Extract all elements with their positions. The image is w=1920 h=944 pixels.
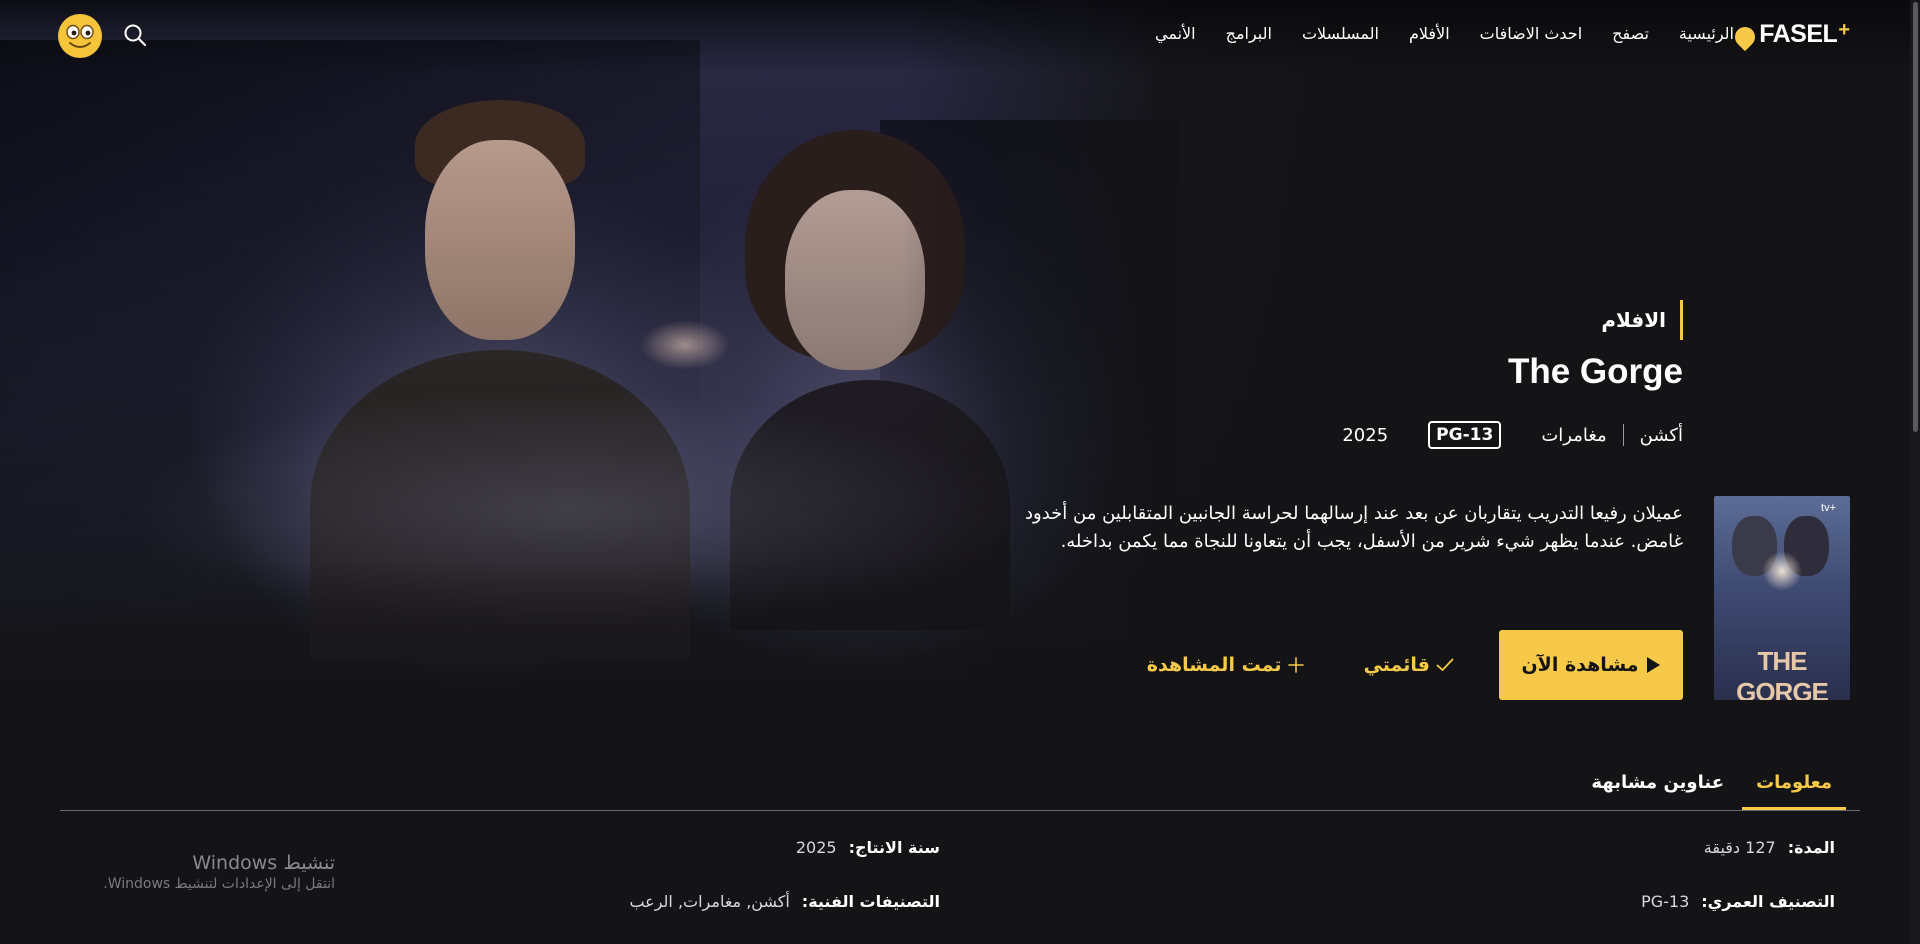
- detail-age-rating: التصنيف العمري: PG-13: [1641, 892, 1835, 911]
- page-scrollbar[interactable]: [1910, 0, 1920, 944]
- nav-home[interactable]: الرئيسية: [1679, 24, 1734, 43]
- watch-now-label: مشاهدة الآن: [1521, 654, 1639, 676]
- detail-genres: التصنيفات الفنية: أكشن, مغامرات, الرعب: [629, 892, 940, 911]
- movie-title: The Gorge: [1507, 352, 1683, 391]
- nav-movies[interactable]: الأفلام: [1409, 24, 1450, 43]
- poster-brand: tv+: [1821, 502, 1836, 514]
- tab-similar-titles[interactable]: عناوين مشابهة: [1577, 765, 1738, 810]
- my-list-button[interactable]: قائمتي: [1364, 654, 1454, 676]
- genre-separator: [1622, 424, 1624, 446]
- nav-series[interactable]: المسلسلات: [1302, 24, 1379, 43]
- play-icon: [1646, 657, 1660, 673]
- mark-watched-button[interactable]: تمت المشاهدة: [1147, 654, 1304, 676]
- watermark-title: تنشيط Windows: [192, 852, 335, 874]
- search-icon[interactable]: [122, 22, 148, 48]
- detail-production-year: سنة الانتاج: 2025: [796, 838, 940, 857]
- nav-menu: الرئيسية تصفح احدث الاضافات الأفلام المس…: [1155, 24, 1734, 43]
- movie-category: الافلام: [1601, 300, 1683, 340]
- nav-browse[interactable]: تصفح: [1612, 24, 1649, 43]
- detail-duration: المدة: 127 دقيقة: [1704, 838, 1835, 857]
- movie-meta: أكشن مغامرات PG-13 2025: [963, 420, 1683, 450]
- age-rating-value: PG-13: [1641, 892, 1690, 911]
- check-icon: [1436, 658, 1454, 671]
- mark-watched-label: تمت المشاهدة: [1146, 654, 1282, 676]
- poster-title: THE GORGE: [1736, 646, 1829, 700]
- duration-value: 127 دقيقة: [1703, 838, 1776, 857]
- tab-info[interactable]: معلومات: [1742, 765, 1846, 810]
- age-rating-label: التصنيف العمري:: [1701, 892, 1835, 911]
- duration-label: المدة:: [1787, 838, 1835, 857]
- production-year-value: 2025: [795, 838, 837, 857]
- info-tabs: معلومات عناوين مشابهة: [60, 765, 1860, 811]
- genres-value[interactable]: أكشن, مغامرات, الرعب: [629, 892, 789, 911]
- scrollbar-thumb[interactable]: [1913, 2, 1918, 432]
- my-list-label: قائمتي: [1363, 654, 1430, 676]
- smiley-avatar-icon: [59, 15, 101, 57]
- logo-text: FASEL: [1759, 19, 1838, 48]
- user-avatar[interactable]: [58, 14, 102, 58]
- movie-description-block: عميلان رفيعا التدريب يتقاربان عن بعد عند…: [983, 500, 1683, 556]
- age-rating-badge: PG-13: [1428, 421, 1502, 449]
- nav-shows[interactable]: البرامج: [1226, 24, 1272, 43]
- movie-description: عميلان رفيعا التدريب يتقاربان عن بعد عند…: [1025, 503, 1683, 552]
- genre-tag[interactable]: أكشن: [1640, 425, 1683, 446]
- plus-icon: [1287, 657, 1304, 673]
- site-logo[interactable]: FASEL +: [1731, 16, 1850, 52]
- genre-tag[interactable]: مغامرات: [1541, 425, 1606, 446]
- watch-now-button[interactable]: مشاهدة الآن: [1499, 630, 1683, 700]
- nav-latest[interactable]: احدث الاضافات: [1480, 24, 1583, 43]
- production-year-label: سنة الانتاج:: [848, 838, 940, 857]
- movie-poster: tv+ THE GORGE: [1714, 496, 1850, 700]
- genres-label: التصنيفات الفنية:: [801, 892, 940, 911]
- release-year: 2025: [1342, 424, 1389, 446]
- windows-activation-watermark: تنشيط Windows انتقل إلى الإعدادات لتنشيط…: [95, 852, 335, 892]
- top-navigation: FASEL + الرئيسية تصفح احدث الاضافات الأف…: [0, 0, 1920, 72]
- nav-anime[interactable]: الأنمي: [1155, 24, 1196, 43]
- watermark-subtitle: انتقل إلى الإعدادات لتنشيط Windows.: [103, 876, 335, 892]
- movie-header: الافلام The Gorge أكشن مغامرات PG-13 202…: [963, 300, 1683, 450]
- location-pin-icon: [1731, 22, 1760, 52]
- logo-plus: +: [1838, 18, 1850, 41]
- movie-actions: مشاهدة الآن قائمتي تمت المشاهدة: [1147, 630, 1683, 700]
